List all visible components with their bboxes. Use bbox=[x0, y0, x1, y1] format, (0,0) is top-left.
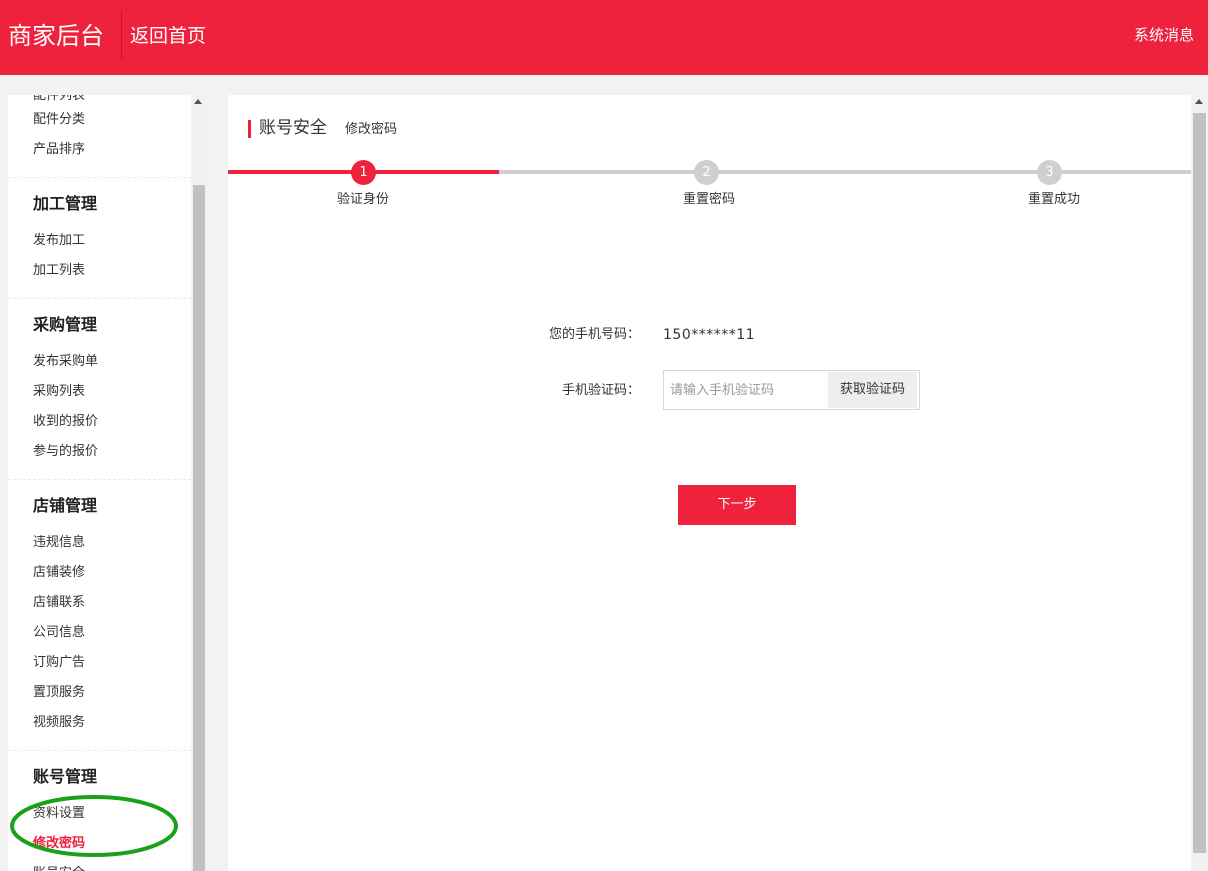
title-accent-bar bbox=[248, 120, 251, 138]
sidebar-item-violations[interactable]: 违规信息 bbox=[8, 528, 191, 558]
sidebar-item-video-service[interactable]: 视频服务 bbox=[8, 708, 191, 738]
sms-code-input[interactable] bbox=[665, 372, 827, 408]
scroll-up-arrow-icon[interactable] bbox=[194, 99, 202, 104]
menu-title-purchasing: 采购管理 bbox=[33, 315, 98, 334]
sidebar-item-company-info[interactable]: 公司信息 bbox=[8, 618, 191, 648]
menu-group-processing: 加工管理 发布加工 加工列表 bbox=[8, 182, 191, 299]
sidebar-item-publish-purchase[interactable]: 发布采购单 bbox=[8, 347, 191, 377]
sidebar-item-parts-category[interactable]: 配件分类 bbox=[8, 105, 191, 135]
step-3-dot: 3 bbox=[1037, 160, 1062, 185]
menu-title-processing: 加工管理 bbox=[33, 194, 98, 213]
sms-code-label: 手机验证码： bbox=[561, 383, 640, 398]
sidebar-item-processing-list[interactable]: 加工列表 bbox=[8, 256, 191, 286]
header-divider bbox=[121, 10, 122, 60]
main-scrollbar[interactable] bbox=[1191, 95, 1208, 871]
sidebar-scroll-thumb[interactable] bbox=[193, 185, 205, 871]
sidebar-item-parts-list[interactable]: 配件列表 bbox=[8, 95, 191, 105]
system-messages-link[interactable]: 系统消息 bbox=[1134, 24, 1194, 46]
step-2-dot: 2 bbox=[694, 160, 719, 185]
sidebar-item-received-quotes[interactable]: 收到的报价 bbox=[8, 407, 191, 437]
menu-title-store: 店铺管理 bbox=[33, 496, 98, 515]
menu-group-store: 店铺管理 违规信息 店铺装修 店铺联系 公司信息 订购广告 置顶服务 视频服务 bbox=[8, 484, 191, 751]
sidebar-item-purchase-list[interactable]: 采购列表 bbox=[8, 377, 191, 407]
sidebar-item-store-contact[interactable]: 店铺联系 bbox=[8, 588, 191, 618]
main-scroll-up-arrow-icon[interactable] bbox=[1195, 99, 1203, 104]
sidebar-item-joined-quotes[interactable]: 参与的报价 bbox=[8, 437, 191, 467]
sidebar-scrollbar[interactable] bbox=[191, 95, 207, 871]
sidebar-menu: 配件列表 配件分类 产品排序 加工管理 发布加工 加工列表 采购管理 发布采购单… bbox=[8, 95, 191, 871]
sidebar-item-order-ads[interactable]: 订购广告 bbox=[8, 648, 191, 678]
sidebar-item-pin-service[interactable]: 置顶服务 bbox=[8, 678, 191, 708]
sms-code-field: 获取验证码 bbox=[663, 370, 920, 410]
sidebar: 配件列表 配件分类 产品排序 加工管理 发布加工 加工列表 采购管理 发布采购单… bbox=[8, 95, 191, 871]
page-title: 账号安全 bbox=[259, 118, 327, 138]
page-subtitle: 修改密码 bbox=[345, 122, 398, 137]
next-step-button[interactable]: 下一步 bbox=[678, 485, 796, 525]
sidebar-item-change-password[interactable]: 修改密码 bbox=[8, 829, 191, 859]
get-code-button[interactable]: 获取验证码 bbox=[828, 372, 917, 408]
phone-number-label: 您的手机号码： bbox=[548, 327, 640, 342]
step-1-label: 验证身份 bbox=[336, 192, 389, 207]
main-panel bbox=[228, 95, 1191, 871]
sidebar-item-store-decoration[interactable]: 店铺装修 bbox=[8, 558, 191, 588]
back-to-home-link[interactable]: 返回首页 bbox=[130, 22, 206, 50]
sidebar-item-product-sort[interactable]: 产品排序 bbox=[8, 135, 191, 165]
step-1-dot: 1 bbox=[351, 160, 376, 185]
menu-group-parts: 配件分类 产品排序 bbox=[8, 105, 191, 178]
main-scroll-thumb[interactable] bbox=[1193, 113, 1206, 853]
sidebar-item-account-security[interactable]: 账号安全 bbox=[8, 859, 191, 871]
step-2-label: 重置密码 bbox=[682, 192, 735, 207]
menu-group-purchasing: 采购管理 发布采购单 采购列表 收到的报价 参与的报价 bbox=[8, 303, 191, 480]
sidebar-item-publish-processing[interactable]: 发布加工 bbox=[8, 226, 191, 256]
top-header: 商家后台 返回首页 系统消息 bbox=[0, 0, 1208, 75]
progress-track-todo bbox=[499, 170, 1191, 174]
sidebar-item-profile-settings[interactable]: 资料设置 bbox=[8, 799, 191, 829]
phone-number-value: 150******11 bbox=[663, 327, 756, 343]
menu-group-account: 账号管理 资料设置 修改密码 账号安全 bbox=[8, 755, 191, 871]
menu-title-account: 账号管理 bbox=[33, 767, 98, 786]
step-3-label: 重置成功 bbox=[1027, 192, 1080, 207]
brand-title: 商家后台 bbox=[8, 22, 104, 50]
